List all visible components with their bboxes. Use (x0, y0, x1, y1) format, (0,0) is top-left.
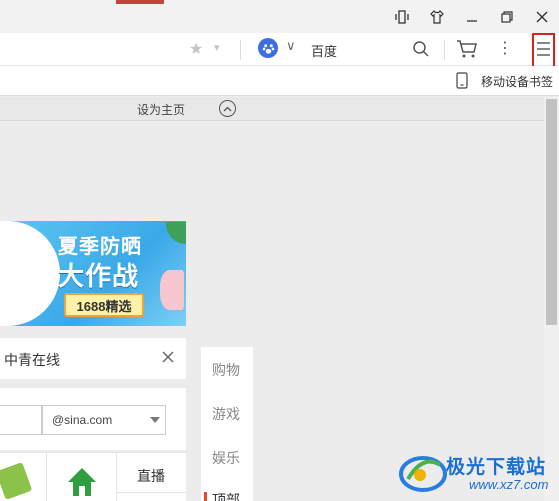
home-icon[interactable] (66, 466, 98, 498)
sidenav-active-indicator (204, 492, 207, 501)
skin-icon[interactable] (427, 7, 447, 27)
homepage-bar (0, 97, 544, 121)
divider (240, 40, 241, 60)
baidu-paw-icon[interactable] (258, 38, 278, 58)
more-options-icon[interactable]: ⋮ (497, 39, 513, 59)
chevron-down-icon[interactable] (150, 417, 160, 423)
scrollbar-thumb[interactable] (546, 99, 557, 325)
banner-subtitle: 夏季防晒 (58, 236, 142, 258)
active-tab-indicator[interactable] (116, 0, 164, 4)
bookmark-bar (0, 66, 559, 96)
flower-decoration (160, 270, 184, 310)
divider (117, 492, 186, 493)
mail-username-input[interactable] (0, 405, 42, 435)
banner-title: 大作战 (58, 261, 140, 291)
sidenav-item-top[interactable]: 顶部 (212, 490, 240, 501)
favorite-star-icon[interactable]: ★ (189, 39, 203, 59)
mobile-bookmarks-link[interactable]: 移动设备书签 (481, 73, 553, 90)
watermark-url: www.xz7.com (469, 477, 549, 492)
close-icon[interactable] (160, 349, 176, 365)
watermark-logo-icon (399, 456, 447, 492)
favorite-dropdown-icon[interactable]: ▾ (214, 41, 220, 54)
search-engine-dropdown-icon[interactable]: ∨ (286, 38, 296, 54)
mobile-device-icon[interactable] (456, 72, 468, 89)
banner-decoration (0, 221, 60, 326)
sidenav-item-games[interactable]: 游戏 (212, 404, 240, 424)
compact-mode-icon[interactable] (392, 7, 412, 27)
minimize-icon[interactable] (462, 7, 482, 27)
search-icon[interactable] (412, 40, 430, 58)
shopping-cart-icon[interactable] (456, 39, 478, 59)
hamburger-menu-icon (537, 42, 550, 56)
sidenav-item-entertainment[interactable]: 娱乐 (212, 448, 240, 468)
collapse-icon[interactable] (219, 100, 236, 117)
set-homepage-link[interactable]: 设为主页 (137, 101, 185, 118)
divider (444, 40, 445, 60)
news-notice-text[interactable]: 中青在线 (4, 350, 60, 370)
live-link[interactable]: 直播 (137, 466, 165, 486)
restore-icon[interactable] (497, 7, 517, 27)
search-engine-name[interactable]: 百度 (311, 41, 337, 60)
watermark-name: 极光下载站 (446, 457, 547, 478)
mail-domain-select[interactable]: @sina.com (42, 405, 166, 435)
sidenav-item-shopping[interactable]: 购物 (212, 360, 240, 380)
banner-badge[interactable]: 1688精选 (64, 293, 144, 317)
close-icon[interactable] (532, 7, 552, 27)
